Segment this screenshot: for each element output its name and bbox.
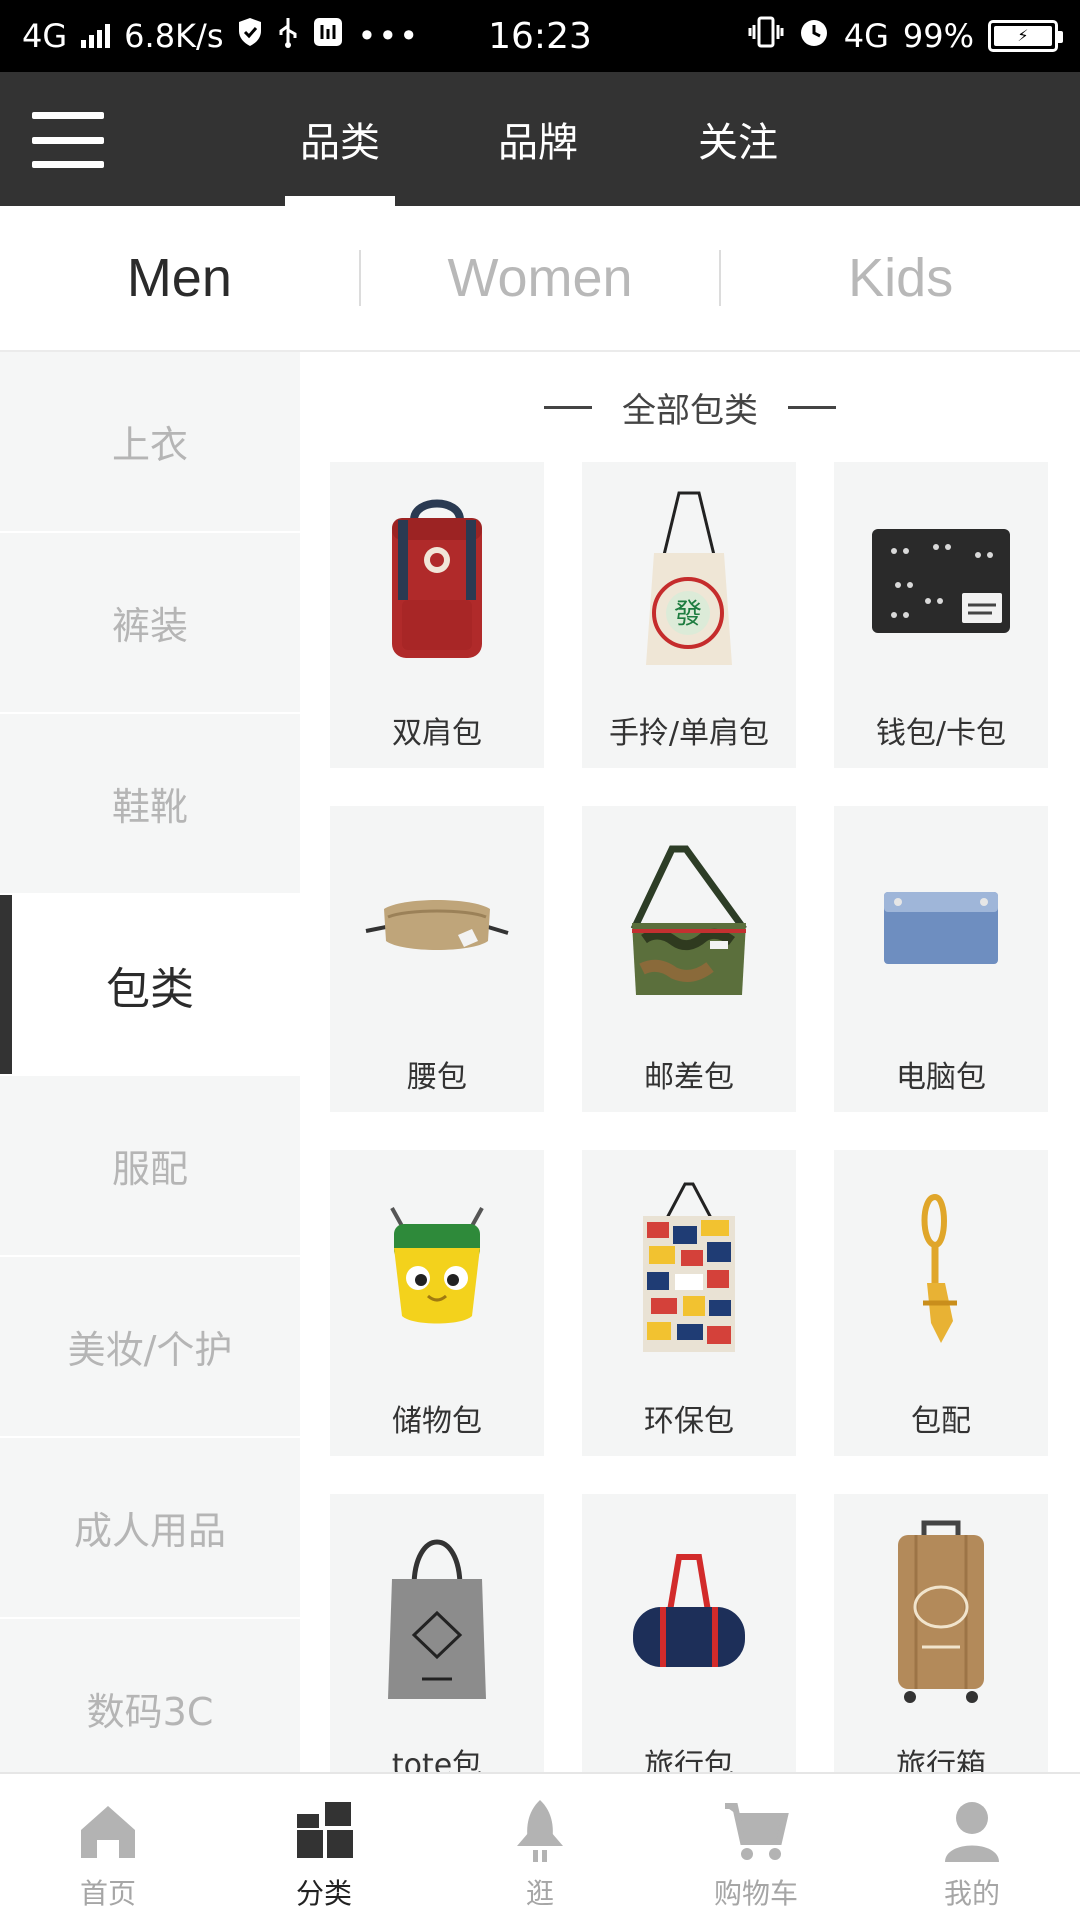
vibrate-icon [748, 15, 784, 57]
battery-icon: ⚡ [988, 20, 1063, 52]
product-card[interactable]: 旅行箱 [834, 1494, 1048, 1772]
sidebar-item-adult[interactable]: 成人用品 [0, 1438, 300, 1619]
shield-icon [237, 17, 263, 55]
sidebar-item-bags[interactable]: 包类 [0, 895, 300, 1076]
product-label: 钱包/卡包 [875, 716, 1007, 751]
alarm-icon [798, 16, 830, 56]
usb-icon [277, 16, 299, 56]
sidebar-item-beauty[interactable]: 美妆/个护 [0, 1257, 300, 1438]
tab-follow[interactable]: 关注 [668, 72, 808, 206]
product-label: 环保包 [644, 1404, 734, 1439]
tab-category[interactable]: 品类 [270, 72, 410, 206]
home-icon [81, 1806, 135, 1858]
tab-brand[interactable]: 品牌 [468, 72, 608, 206]
nav-explore[interactable]: 逛 [432, 1774, 648, 1920]
sidebar-item-shoes[interactable]: 鞋靴 [0, 714, 300, 895]
product-card[interactable]: 腰包 [330, 806, 544, 1112]
nav-category[interactable]: 分类 [216, 1774, 432, 1920]
product-label: 旅行包 [644, 1748, 734, 1772]
tab-women[interactable]: Women [361, 247, 720, 309]
menu-icon[interactable] [32, 112, 104, 168]
gender-tabs: Men Women Kids [0, 206, 1080, 352]
product-label: 包配 [911, 1404, 971, 1439]
product-label: 旅行箱 [896, 1748, 986, 1772]
product-category-panel: 全部包类 双肩包 發 手拎/单肩包 钱包/卡包 腰包 邮差包 电脑包 储物包 环… [300, 352, 1080, 1772]
waist-bag-icon [357, 824, 517, 1024]
tote-bag-icon: 發 [609, 480, 769, 680]
product-card[interactable]: 环保包 [582, 1150, 796, 1456]
sidebar-item-pants[interactable]: 裤装 [0, 533, 300, 714]
product-card[interactable]: 包配 [834, 1150, 1048, 1456]
product-card[interactable]: 电脑包 [834, 806, 1048, 1112]
signal-icon [81, 24, 111, 48]
product-label: 手拎/单肩包 [608, 716, 770, 751]
user-icon [945, 1802, 999, 1862]
divider [788, 405, 836, 409]
product-label: 储物包 [392, 1404, 482, 1439]
product-label: tote包 [391, 1748, 483, 1772]
category-sidebar: 上衣 裤装 鞋靴 包类 服配 美妆/个护 成人用品 数码3C [0, 352, 300, 1772]
section-title: 全部包类 [622, 390, 758, 431]
duffel-bag-icon [609, 1512, 769, 1712]
bottom-nav: 首页 分类 逛 购物车 我的 [0, 1772, 1080, 1920]
network-type: 4G [22, 17, 68, 55]
tab-men[interactable]: Men [0, 247, 359, 309]
product-card[interactable]: 钱包/卡包 [834, 462, 1048, 768]
carabiner-icon [861, 1168, 1021, 1368]
product-grid: 双肩包 發 手拎/单肩包 钱包/卡包 腰包 邮差包 电脑包 储物包 环保包 包配… [330, 462, 1050, 1772]
laptop-sleeve-icon [861, 824, 1021, 1024]
product-card[interactable]: 双肩包 [330, 462, 544, 768]
sidebar-item-tops[interactable]: 上衣 [0, 352, 300, 533]
section-header: 全部包类 [300, 352, 1080, 462]
product-card[interactable]: 邮差包 [582, 806, 796, 1112]
tab-kids[interactable]: Kids [721, 247, 1080, 309]
messenger-bag-icon [609, 824, 769, 1024]
shopping-bag-icon [609, 1168, 769, 1368]
product-card[interactable]: tote包 [330, 1494, 544, 1772]
nav-label: 逛 [525, 1877, 554, 1910]
nav-label: 我的 [943, 1877, 1000, 1910]
backpack-icon [357, 480, 517, 680]
network-type-right: 4G [843, 17, 889, 55]
product-card[interactable]: 储物包 [330, 1150, 544, 1456]
pouch-icon [357, 1168, 517, 1368]
nav-label: 首页 [79, 1877, 136, 1910]
sidebar-item-digital[interactable]: 数码3C [0, 1619, 300, 1772]
nav-home[interactable]: 首页 [0, 1774, 216, 1920]
debug-icon [313, 17, 343, 55]
product-card[interactable]: 發 手拎/单肩包 [582, 462, 796, 768]
status-bar: 4G 6.8K/s ••• 16:23 4G 99% ⚡ [0, 0, 1080, 72]
divider [544, 405, 592, 409]
battery-percent: 99% [902, 17, 974, 55]
category-icon [297, 1802, 353, 1858]
nav-cart[interactable]: 购物车 [648, 1774, 864, 1920]
canvas-tote-icon [357, 1512, 517, 1712]
wallet-icon [861, 480, 1021, 680]
nav-label: 购物车 [713, 1877, 798, 1910]
nav-label: 分类 [295, 1877, 352, 1910]
sidebar-item-accessories[interactable]: 服配 [0, 1076, 300, 1257]
nav-profile[interactable]: 我的 [864, 1774, 1080, 1920]
svg-text:發: 發 [674, 597, 702, 630]
cart-icon [725, 1803, 789, 1860]
product-label: 邮差包 [644, 1060, 734, 1095]
product-card[interactable]: 旅行包 [582, 1494, 796, 1772]
product-label: 双肩包 [392, 716, 482, 751]
product-label: 电脑包 [896, 1060, 986, 1095]
more-dots-icon: ••• [357, 17, 421, 55]
network-speed: 6.8K/s [124, 17, 224, 55]
rocket-icon [517, 1800, 563, 1862]
app-header: 品类 品牌 关注 [0, 72, 1080, 206]
suitcase-icon [861, 1512, 1021, 1712]
product-label: 腰包 [407, 1060, 467, 1095]
